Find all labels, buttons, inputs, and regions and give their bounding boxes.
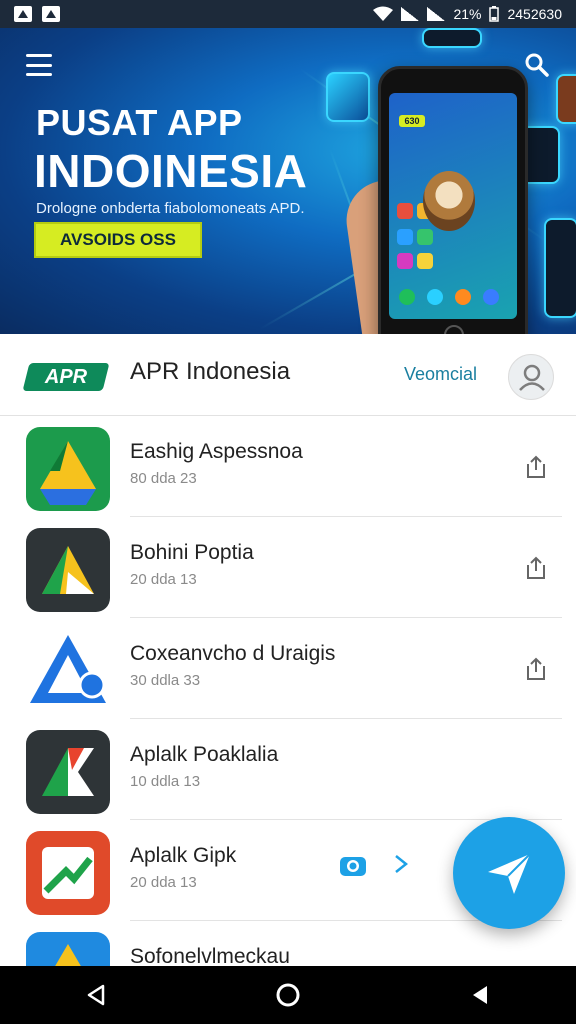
phone-app-icon <box>397 253 413 269</box>
image-notification-icon <box>42 6 60 22</box>
phone-home-button <box>444 325 464 334</box>
phone-app-icon <box>397 203 413 219</box>
status-bar: 21% 2452630 <box>0 0 576 28</box>
screen: 21% 2452630 PUSAT APP INDOINESIA Drologn… <box>0 0 576 1024</box>
hero-banner[interactable]: PUSAT APP INDOINESIA Drologne onbderta f… <box>0 28 576 334</box>
floating-app-card <box>556 74 576 124</box>
menu-icon[interactable] <box>26 54 52 76</box>
send-fab-button[interactable] <box>453 817 565 929</box>
app-title: Eashig Aspessnoa <box>130 440 303 463</box>
back-button[interactable] <box>66 966 126 1024</box>
share-icon[interactable] <box>524 454 548 480</box>
app-title: Aplalk Poaklalia <box>130 743 279 766</box>
blue-a-icon <box>26 629 110 713</box>
phone-dock-icon <box>455 289 471 305</box>
app-list: Eashig Aspessnoa 80 dda 23 Bohini Poptia… <box>0 416 576 1022</box>
send-icon <box>488 853 531 894</box>
share-icon[interactable] <box>524 656 548 682</box>
phone-dock-icon <box>483 289 499 305</box>
gallery-notification-icon <box>14 6 32 22</box>
user-icon <box>519 364 545 391</box>
phone-app-icon <box>417 229 433 245</box>
home-button[interactable] <box>258 966 318 1024</box>
signal-icon <box>401 7 420 21</box>
app-name: APR Indonesia <box>130 358 291 385</box>
app-meta: 30 ddla 33 <box>130 672 201 689</box>
banner-subtitle: Drologne onbderta fiabolomoneats APD. <box>36 200 305 217</box>
phone-dock-icon <box>427 289 443 305</box>
app-meta: 20 dda 13 <box>130 874 197 891</box>
phone-screen: 630 <box>389 93 517 319</box>
recents-triangle-icon <box>473 986 487 1004</box>
signal-icon-2 <box>427 7 446 21</box>
banner-title-line2: INDOINESIA <box>34 145 308 197</box>
header-action-link[interactable]: Veomcial <box>404 364 477 385</box>
app-title: Coxeanvcho d Uraigis <box>130 642 336 665</box>
app-title: Aplalk Gipk <box>130 844 237 867</box>
wifi-icon <box>373 6 394 21</box>
phone-widget: 630 <box>399 115 425 127</box>
phone-mockup: 630 <box>378 66 528 334</box>
back-icon <box>87 984 105 1006</box>
share-icon[interactable] <box>524 555 548 581</box>
profile-avatar-button[interactable] <box>508 354 554 400</box>
list-item[interactable]: Aplalk Poaklalia 10 ddla 13 <box>0 719 576 820</box>
recents-button[interactable] <box>450 966 510 1024</box>
play-icon[interactable] <box>394 854 408 874</box>
dark-flag-icon <box>26 730 110 814</box>
red-check-icon <box>26 831 110 915</box>
phone-app-icon <box>417 253 433 269</box>
apr-logo[interactable]: APR <box>22 363 110 391</box>
banner-title-line1: PUSAT APP <box>36 102 243 143</box>
clock: 2452630 <box>507 6 562 22</box>
battery-level: 21% <box>453 6 482 22</box>
app-meta: 80 dda 23 <box>130 470 197 487</box>
floating-app-card <box>326 72 370 122</box>
list-item[interactable]: Bohini Poptia 20 dda 13 <box>0 517 576 618</box>
triangle-drive-dark-icon <box>26 528 110 612</box>
triangle-drive-icon <box>26 427 110 511</box>
banner-cta-button[interactable]: AVSOIDS OSS <box>34 222 202 258</box>
app-meta: 10 ddla 13 <box>130 773 201 790</box>
search-icon[interactable] <box>524 52 550 78</box>
home-icon <box>276 983 300 1007</box>
floating-app-card <box>544 218 576 318</box>
system-nav-bar <box>0 966 576 1024</box>
coffee-image <box>423 171 475 231</box>
phone-app-icon <box>397 229 413 245</box>
battery-icon <box>489 6 500 22</box>
app-meta: 20 dda 13 <box>130 571 197 588</box>
app-title: Bohini Poptia <box>130 541 254 564</box>
list-item[interactable]: Eashig Aspessnoa 80 dda 23 <box>0 416 576 517</box>
phone-dock-icon <box>399 289 415 305</box>
list-item[interactable]: Coxeanvcho d Uraigis 30 ddla 33 <box>0 618 576 719</box>
camera-icon[interactable] <box>338 852 368 878</box>
floating-app-card <box>422 28 482 48</box>
app-header: APR APR Indonesia Veomcial <box>0 334 576 416</box>
